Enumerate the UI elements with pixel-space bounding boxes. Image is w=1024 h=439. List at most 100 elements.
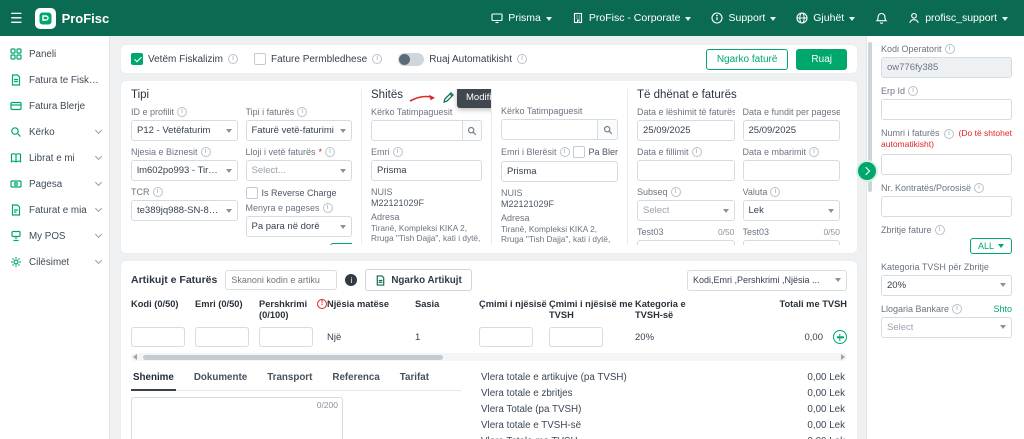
seller-name-input[interactable] xyxy=(371,160,482,181)
sidebar-item-paneli[interactable]: Paneli xyxy=(0,41,109,67)
menu-corporate[interactable]: ProFisc - Corporate xyxy=(572,12,692,24)
payment-method-select[interactable]: Pa para në dorë xyxy=(246,216,353,237)
app-logo[interactable]: ProFisc xyxy=(35,8,110,29)
invoice-type-select[interactable]: Faturë vetë-faturimi xyxy=(246,120,353,141)
ruaj-automatikisht-option[interactable]: Ruaj Automatikisht xyxy=(398,53,527,66)
vetem-fiskalizim-checkbox[interactable] xyxy=(131,53,143,65)
seller-nuis-value: M22121029F xyxy=(371,198,482,208)
tipi-title: Tipi xyxy=(131,89,352,101)
item-unit-price-vat-input[interactable] xyxy=(549,327,603,347)
visible-columns-select[interactable]: Kodi,Emri ,Pershkrimi ,Njësia ... xyxy=(687,270,847,291)
char-counter: 0/50 xyxy=(823,227,840,237)
buyer-search-button[interactable] xyxy=(598,119,618,140)
reverse-charge-option[interactable]: Is Reverse Charge xyxy=(246,187,353,199)
item-code-input[interactable] xyxy=(131,327,185,347)
fature-permbledhese-checkbox[interactable] xyxy=(254,53,266,65)
save-button[interactable]: Ruaj xyxy=(796,49,847,70)
col-header-cmimi: Çmimi i njësisë xyxy=(479,299,549,310)
note-textarea[interactable] xyxy=(131,397,343,439)
add-bank-account-link[interactable]: Shto xyxy=(993,304,1012,314)
test03-input-1[interactable] xyxy=(637,240,735,245)
reverse-charge-checkbox[interactable] xyxy=(246,187,258,199)
seller-annotation: Modifiko Shitësin xyxy=(408,89,491,108)
menu-support[interactable]: Support xyxy=(711,12,776,24)
item-unit-price-input[interactable] xyxy=(479,327,533,347)
seller-search-input[interactable] xyxy=(371,120,463,141)
invoice-data-section: Të dhënat e faturës Data e lëshimit të f… xyxy=(627,89,849,245)
scrollbar-thumb[interactable] xyxy=(143,355,443,360)
menu-company[interactable]: Prisma xyxy=(491,12,552,24)
sidebar-item-pagesa[interactable]: Pagesa xyxy=(0,171,109,197)
self-invoice-type-select[interactable]: Select... xyxy=(246,160,353,181)
test03-input-2[interactable] xyxy=(743,240,841,245)
buyer-search-input[interactable] xyxy=(501,119,598,140)
info-icon xyxy=(393,147,403,157)
seller-address-value: Tiranë, Kompleksi KIKA 2, Rruga "Tish Da… xyxy=(371,223,482,245)
upload-invoice-button[interactable]: Ngarko faturë xyxy=(706,49,789,70)
autosave-toggle[interactable] xyxy=(398,53,424,66)
seller-search-button[interactable] xyxy=(463,120,482,141)
dashboard-icon xyxy=(10,48,22,60)
item-name-input[interactable] xyxy=(195,327,249,347)
tab-referenca[interactable]: Referenca xyxy=(330,367,381,390)
issue-date-input[interactable] xyxy=(637,120,735,141)
tab-tarifat[interactable]: Tarifat xyxy=(398,367,431,390)
warning-icon xyxy=(317,299,327,309)
sidebar-item-fatura-te-fiskalizuara[interactable]: Fatura te Fiskalizuara xyxy=(0,67,109,93)
discount-vat-category-select[interactable]: 20% xyxy=(881,275,1012,296)
fature-permbledhese-option[interactable]: Fature Permbledhese xyxy=(254,53,382,65)
end-date-input[interactable] xyxy=(743,160,841,181)
collapse-panel-button[interactable] xyxy=(856,160,878,182)
business-unit-select[interactable]: lm602po993 - Tiranë, Ko... xyxy=(131,160,238,181)
contract-number-input[interactable] xyxy=(881,196,1012,217)
pa-bleres-option[interactable]: Pa Blerës xyxy=(573,146,618,158)
invoice-number-input[interactable] xyxy=(881,154,1012,175)
profile-id-select[interactable]: P12 - Vetëfaturim xyxy=(131,120,238,141)
discount-all-button[interactable]: ALL xyxy=(970,238,1012,254)
info-icon xyxy=(517,54,527,64)
toolbar-actions: Ngarko faturë Ruaj xyxy=(706,49,847,70)
menu-user[interactable]: profisc_support xyxy=(908,12,1008,24)
tab-shenime[interactable]: Shenime xyxy=(131,367,176,391)
item-description-input[interactable] xyxy=(259,327,313,347)
profisc-logo-icon xyxy=(35,8,56,29)
add-payment-means-button[interactable]: Shto + xyxy=(330,243,352,245)
info-icon xyxy=(323,203,333,213)
edit-seller-icon[interactable] xyxy=(442,91,455,104)
subseq-select[interactable]: Select xyxy=(637,200,735,221)
upload-items-button[interactable]: Ngarko Artikujt xyxy=(365,269,471,291)
sidebar-item-cilesimet[interactable]: Cilësimet xyxy=(0,249,109,275)
info-icon xyxy=(945,44,955,54)
total-row: Vlera totale e artikujve (pa TVSH)0,00 L… xyxy=(481,369,845,385)
menu-language[interactable]: Gjuhët xyxy=(796,12,855,24)
chevron-down-icon xyxy=(1000,325,1006,329)
due-date-input[interactable] xyxy=(743,120,841,141)
col-header-emri: Emri (0/50) xyxy=(195,299,259,310)
currency-select[interactable]: Lek xyxy=(743,200,841,221)
add-item-icon[interactable] xyxy=(833,330,847,344)
buyer-name-input[interactable] xyxy=(501,161,618,182)
sidebar-item-kerko[interactable]: Kërko xyxy=(0,119,109,145)
vetem-fiskalizim-option[interactable]: Vetëm Fiskalizim xyxy=(131,53,238,65)
hamburger-menu-icon[interactable]: ☰ xyxy=(10,11,23,25)
sidebar-item-faturat-e-mia[interactable]: Faturat e mia xyxy=(0,197,109,223)
erp-id-input[interactable] xyxy=(881,99,1012,120)
horizontal-scrollbar[interactable] xyxy=(131,353,847,361)
bank-account-select[interactable]: Select xyxy=(881,317,1012,338)
pa-bleres-checkbox[interactable] xyxy=(573,146,585,158)
tcr-select[interactable]: te389jq988-SN-862404-0... xyxy=(131,200,238,221)
sidebar-item-my-pos[interactable]: My POS xyxy=(0,223,109,249)
sidebar-item-librat-e-mi[interactable]: Librat e mi xyxy=(0,145,109,171)
info-icon xyxy=(952,304,962,314)
chevron-down-icon xyxy=(828,209,834,213)
start-date-input[interactable] xyxy=(637,160,735,181)
scroll-right-icon[interactable] xyxy=(841,354,845,360)
info-icon xyxy=(177,107,187,117)
scan-item-code-input[interactable] xyxy=(225,270,337,290)
tab-transport[interactable]: Transport xyxy=(265,367,314,390)
notifications-button[interactable] xyxy=(875,12,888,25)
info-icon xyxy=(153,187,163,197)
sidebar-item-fatura-blerje[interactable]: Fatura Blerje xyxy=(0,93,109,119)
tab-dokumente[interactable]: Dokumente xyxy=(192,367,249,390)
scroll-left-icon[interactable] xyxy=(133,354,137,360)
